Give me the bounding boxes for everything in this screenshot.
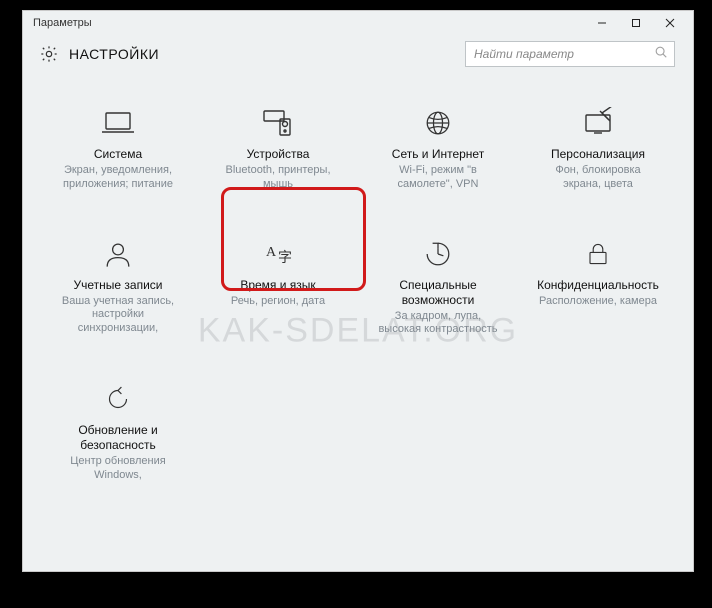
tile-title: Сеть и Интернет <box>392 147 484 162</box>
tile-title: Конфиденциальность <box>537 278 659 293</box>
tile-desc: Экран, уведомления, приложения; питание <box>63 164 173 192</box>
tile-title: Персонализация <box>551 147 645 162</box>
tile-title: Система <box>94 147 142 162</box>
personalize-icon <box>578 105 618 141</box>
tile-update[interactable]: Обновление и безопасность Центр обновлен… <box>43 375 193 489</box>
tile-desc: Wi-Fi, режим "в самолете", VPN <box>398 164 479 192</box>
tile-desc: Речь, регион, дата <box>231 295 325 309</box>
ease-icon <box>418 236 458 272</box>
content-area: KAK-SDELAT.ORG Система Экран, уведомлени… <box>23 75 693 571</box>
svg-text:A: A <box>266 245 277 260</box>
minimize-button[interactable] <box>585 12 619 34</box>
tile-desc: Расположение, камера <box>539 295 657 309</box>
tile-desc: Фон, блокировка экрана, цвета <box>555 164 640 192</box>
laptop-icon <box>98 105 138 141</box>
tile-ease[interactable]: Специальные возможности За кадром, лупа,… <box>363 230 513 344</box>
header: НАСТРОЙКИ <box>23 35 693 75</box>
tile-desc: За кадром, лупа, высокая контрастность <box>378 310 497 338</box>
search-icon <box>654 45 668 64</box>
person-icon <box>98 236 138 272</box>
search-box[interactable] <box>465 41 675 67</box>
language-icon: A 字 <box>258 236 298 272</box>
tile-language[interactable]: A 字 Время и язык Речь, регион, дата <box>203 230 353 344</box>
tile-title: Специальные возможности <box>367 278 509 308</box>
window-title: Параметры <box>29 17 92 29</box>
settings-grid: Система Экран, уведомления, приложения; … <box>43 99 673 489</box>
svg-text:字: 字 <box>278 250 292 266</box>
gear-icon <box>39 44 59 64</box>
tile-network[interactable]: Сеть и Интернет Wi-Fi, режим "в самолете… <box>363 99 513 198</box>
tile-title: Устройства <box>247 147 310 162</box>
devices-icon <box>258 105 298 141</box>
tile-devices[interactable]: Устройства Bluetooth, принтеры, мышь <box>203 99 353 198</box>
tile-title: Обновление и безопасность <box>47 423 189 453</box>
update-icon <box>98 381 138 417</box>
lock-icon <box>578 236 618 272</box>
tile-system[interactable]: Система Экран, уведомления, приложения; … <box>43 99 193 198</box>
settings-window: Параметры <box>22 10 694 572</box>
tile-title: Учетные записи <box>74 278 163 293</box>
tile-desc: Ваша учетная запись, настройки синхрониз… <box>62 295 174 336</box>
tile-personalize[interactable]: Персонализация Фон, блокировка экрана, ц… <box>523 99 673 198</box>
close-button[interactable] <box>653 12 687 34</box>
tile-desc: Центр обновления Windows, <box>70 455 165 483</box>
tile-desc: Bluetooth, принтеры, мышь <box>226 164 331 192</box>
window-controls <box>585 12 687 34</box>
tile-accounts[interactable]: Учетные записи Ваша учетная запись, наст… <box>43 230 193 344</box>
page-title: НАСТРОЙКИ <box>69 46 159 62</box>
globe-icon <box>418 105 458 141</box>
maximize-button[interactable] <box>619 12 653 34</box>
tile-privacy[interactable]: Конфиденциальность Расположение, камера <box>523 230 673 344</box>
tile-title: Время и язык <box>240 278 315 293</box>
search-input[interactable] <box>474 47 654 61</box>
titlebar: Параметры <box>23 11 693 35</box>
